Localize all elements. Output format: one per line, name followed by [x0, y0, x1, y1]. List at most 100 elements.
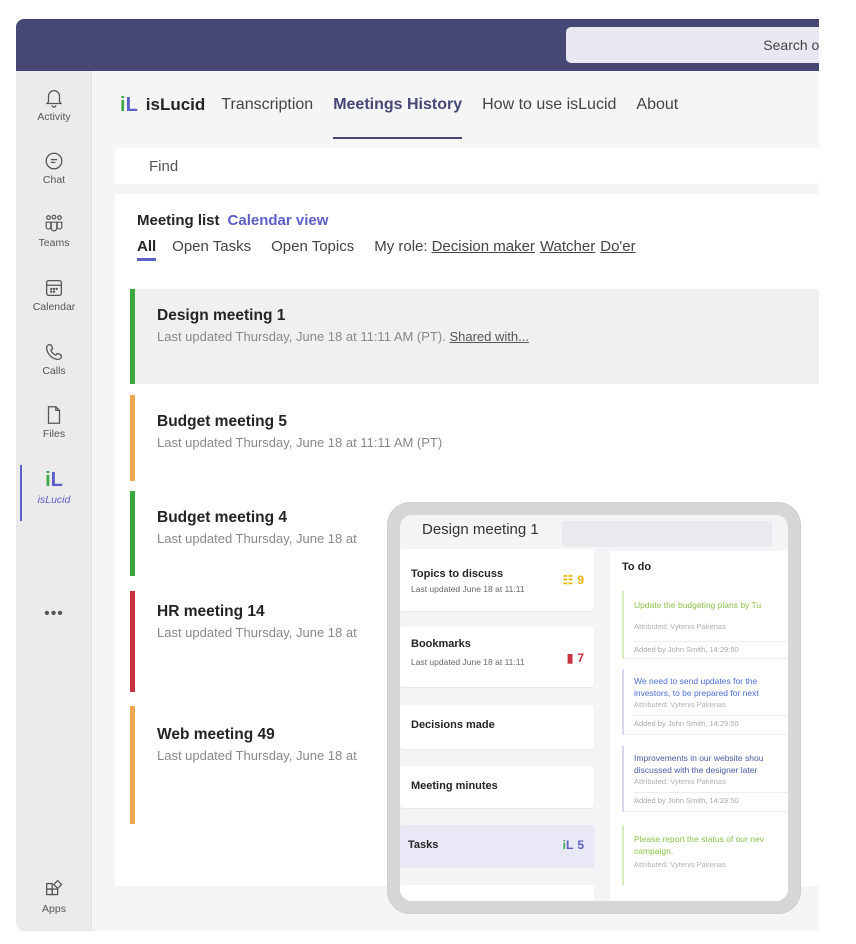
rail-label: Calls — [42, 365, 66, 377]
shared-with-link[interactable]: Shared with... — [449, 329, 529, 344]
card-title: Topics to discuss — [411, 568, 504, 580]
task-text: investors, to be prepared for next — [634, 688, 759, 698]
phone-icon — [46, 343, 63, 360]
rail-label: isLucid — [37, 494, 71, 506]
card-title: Bookmarks — [411, 638, 471, 650]
islucid-logo-icon: iL — [120, 93, 138, 116]
role-decision-maker[interactable]: Decision maker — [432, 238, 535, 261]
task-text: We need to send updates for the — [634, 676, 758, 686]
filter-open-tasks[interactable]: Open Tasks — [172, 238, 251, 261]
tab-transcription[interactable]: Transcription — [221, 71, 313, 139]
card-title: Decisions made — [411, 719, 495, 731]
panel-header: Meeting list Calendar view — [137, 212, 328, 229]
card-subtitle: Last updated June 18 at 11:11 — [411, 657, 525, 667]
todo-column: To do Update the budgeting plans by Tu A… — [610, 551, 788, 901]
filter-open-topics[interactable]: Open Topics — [271, 238, 354, 261]
file-icon — [47, 406, 61, 424]
task-text: Improvements in our website shou — [634, 753, 764, 763]
task-added: Added by John Smith, 14:29:50 — [634, 792, 788, 805]
rail-label: Apps — [42, 903, 66, 915]
meeting-title: Budget meeting 5 — [157, 413, 288, 430]
card-tasks[interactable]: Tasks iL 5 — [400, 825, 594, 867]
meeting-subtitle: Last updated Thursday, June 18 at — [157, 625, 357, 640]
card-title: Meeting minutes — [411, 780, 498, 792]
card-topics[interactable]: Topics to discuss Last updated June 18 a… — [400, 549, 594, 611]
calendar-view-link[interactable]: Calendar view — [228, 212, 329, 229]
rail-label: Activity — [37, 111, 71, 123]
find-placeholder: Find — [149, 157, 179, 175]
rail-label: Calendar — [32, 301, 76, 313]
rail-activity[interactable]: Activity — [16, 87, 92, 143]
rail-teams[interactable]: Teams — [16, 213, 92, 269]
top-bar: Search or — [16, 19, 819, 71]
card-subtitle: Last updated June 18 at 11:11 — [411, 584, 525, 594]
meeting-title: Budget meeting 4 — [157, 509, 288, 526]
task-text: discussed with the designer later — [634, 765, 758, 775]
role-watcher[interactable]: Watcher — [540, 238, 595, 261]
preview-title: Design meeting 1 — [422, 521, 539, 538]
card-count: ▮ 7 — [566, 651, 584, 665]
meeting-row[interactable]: Budget meeting 5 Last updated Thursday, … — [130, 395, 819, 481]
calendar-icon — [46, 280, 62, 296]
task-attribution: Attributed: Vytenis Pakenas — [634, 860, 726, 869]
card-count: ☷ 9 — [562, 573, 584, 587]
tab-about[interactable]: About — [636, 71, 678, 139]
rail-calendar[interactable]: Calendar — [16, 277, 92, 333]
todo-heading: To do — [622, 561, 652, 573]
task-text: campaign. — [634, 846, 674, 856]
list-icon: ☷ — [562, 573, 574, 587]
meeting-detail-preview: Design meeting 1 Topics to discuss Last … — [388, 503, 800, 913]
card-count: iL 5 — [562, 838, 584, 852]
bell-icon — [45, 90, 63, 108]
task-text: Update the budgeting plans by Tu — [634, 600, 762, 610]
meeting-subtitle: Last updated Thursday, June 18 at 11:11 … — [157, 435, 443, 450]
meeting-subtitle: Last updated Thursday, June 18 at — [157, 531, 357, 546]
card-more[interactable] — [400, 885, 594, 901]
task-attribution: Attributed: Vytenis Pakenas — [634, 622, 726, 631]
islucid-logo-icon: iL — [45, 469, 63, 491]
task-item[interactable]: Please report the status of our nev camp… — [622, 825, 788, 885]
find-input[interactable]: Find — [115, 148, 819, 184]
card-bookmarks[interactable]: Bookmarks Last updated June 18 at 11:11 … — [400, 627, 594, 687]
card-minutes[interactable]: Meeting minutes — [400, 766, 594, 808]
islucid-logo-icon: iL — [562, 838, 574, 852]
rail-label: Files — [42, 428, 66, 440]
task-item[interactable]: We need to send updates for the investor… — [622, 669, 788, 735]
chat-icon — [45, 152, 63, 170]
search-input[interactable]: Search or — [566, 27, 819, 63]
search-placeholder: Search or — [763, 37, 819, 53]
preview-screen: Design meeting 1 Topics to discuss Last … — [400, 515, 788, 901]
card-decisions[interactable]: Decisions made — [400, 705, 594, 749]
task-item[interactable]: Update the budgeting plans by Tu Attribu… — [622, 591, 788, 659]
card-title: Tasks — [408, 839, 439, 851]
task-added: Added by John Smith, 14:29:50 — [634, 715, 788, 728]
apps-icon — [46, 879, 63, 896]
task-text: Please report the status of our nev — [634, 834, 764, 844]
meeting-title: Design meeting 1 — [157, 307, 286, 324]
filter-all[interactable]: All — [137, 238, 157, 261]
meeting-row[interactable]: Design meeting 1 Last updated Thursday, … — [130, 289, 819, 384]
meeting-title: HR meeting 14 — [157, 603, 265, 620]
more-apps-button[interactable]: ••• — [16, 605, 92, 623]
tab-meetings-history[interactable]: Meetings History — [333, 71, 462, 139]
rail-apps[interactable]: Apps — [16, 879, 92, 931]
task-attribution: Attributed: Vytenis Pakenas — [634, 700, 726, 709]
app-rail: Activity Chat Teams Calendar Calls Files… — [16, 71, 92, 931]
meeting-subtitle: Last updated Thursday, June 18 at — [157, 748, 357, 763]
rail-islucid[interactable]: iL isLucid — [16, 465, 92, 525]
role-doer[interactable]: Do'er — [600, 238, 635, 261]
rail-chat[interactable]: Chat — [16, 150, 92, 206]
task-item[interactable]: Improvements in our website shou discuss… — [622, 746, 788, 812]
tab-how-to-use[interactable]: How to use isLucid — [482, 71, 616, 139]
meeting-title: Web meeting 49 — [157, 726, 275, 743]
task-added: Added by John Smith, 14:29:50 — [634, 641, 788, 654]
meeting-subtitle: Last updated Thursday, June 18 at 11:11 … — [157, 329, 529, 344]
my-role-label: My role: — [374, 238, 428, 255]
rail-label: Chat — [42, 174, 66, 186]
tab-nav: iL isLucid Transcription Meetings Histor… — [92, 71, 819, 139]
task-attribution: Attributed: Vytenis Pakenas — [634, 777, 726, 786]
bookmark-icon: ▮ — [566, 651, 574, 665]
rail-label: Teams — [38, 237, 70, 249]
rail-files[interactable]: Files — [16, 404, 92, 460]
rail-calls[interactable]: Calls — [16, 341, 92, 397]
